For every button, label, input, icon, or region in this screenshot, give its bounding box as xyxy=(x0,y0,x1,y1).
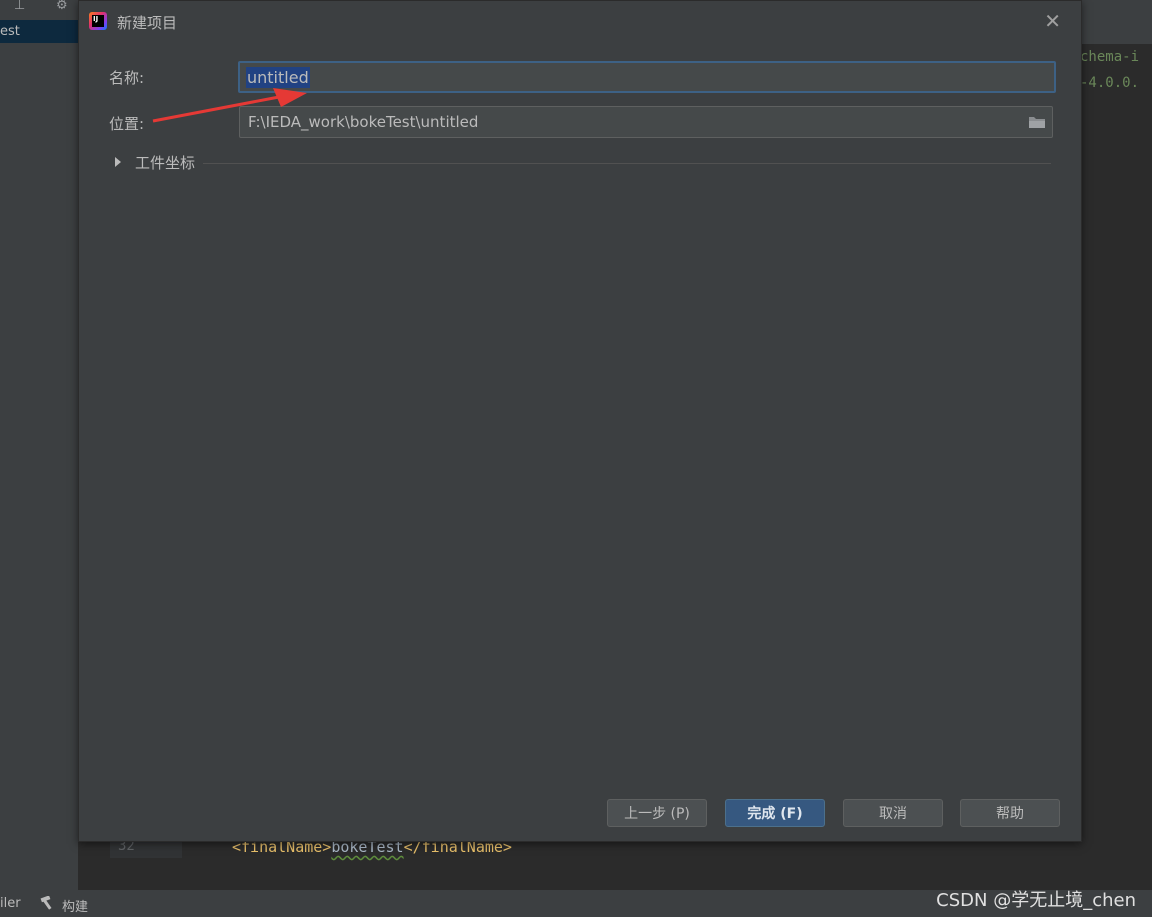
code-line: chema-i xyxy=(1080,49,1140,65)
expand-triangle-icon[interactable] xyxy=(115,157,121,167)
editor-header xyxy=(1080,18,1152,44)
section-divider xyxy=(203,163,1051,164)
new-project-dialog: IJ 新建项目 ✕ 名称: untitled 位置: F:\IEDA_work\… xyxy=(78,0,1082,842)
project-name-input[interactable]: untitled xyxy=(238,61,1056,93)
dialog-title-bar[interactable]: IJ 新建项目 ✕ xyxy=(79,1,1081,41)
help-button[interactable]: 帮助 xyxy=(960,799,1060,827)
project-panel: est xyxy=(0,18,78,890)
build-tool-tab[interactable]: 构建 xyxy=(62,896,88,915)
project-name-value: untitled xyxy=(246,67,310,88)
code-line: -4.0.0. xyxy=(1080,75,1140,91)
folder-icon[interactable] xyxy=(1028,115,1046,129)
project-tree-selected-item[interactable]: est xyxy=(0,20,78,43)
artifact-coordinates-section[interactable]: 工件坐标 xyxy=(115,151,1051,173)
finish-button[interactable]: 完成 (F) xyxy=(725,799,825,827)
artifact-coordinates-label: 工件坐标 xyxy=(135,154,196,172)
editor-code-fragment: chema-i -4.0.0. xyxy=(1080,44,1152,124)
annotation-arrow xyxy=(152,88,307,123)
close-icon[interactable]: ✕ xyxy=(1044,10,1061,32)
project-location-input[interactable]: F:\IEDA_work\bokeTest\untitled xyxy=(239,106,1053,138)
hammer-icon xyxy=(40,895,56,914)
dialog-title: 新建项目 xyxy=(117,14,178,32)
watermark: CSDN @学无止境_chen xyxy=(936,890,1136,911)
name-label: 名称: xyxy=(109,69,145,87)
profiler-tool-tab[interactable]: iler xyxy=(0,896,21,911)
gear-icon[interactable]: ⚙ xyxy=(56,0,72,12)
pin-icon[interactable]: ⊥ xyxy=(14,0,30,12)
intellij-logo-icon: IJ xyxy=(89,12,107,30)
cancel-button[interactable]: 取消 xyxy=(843,799,943,827)
location-label: 位置: xyxy=(109,115,145,133)
previous-button[interactable]: 上一步 (P) xyxy=(607,799,707,827)
